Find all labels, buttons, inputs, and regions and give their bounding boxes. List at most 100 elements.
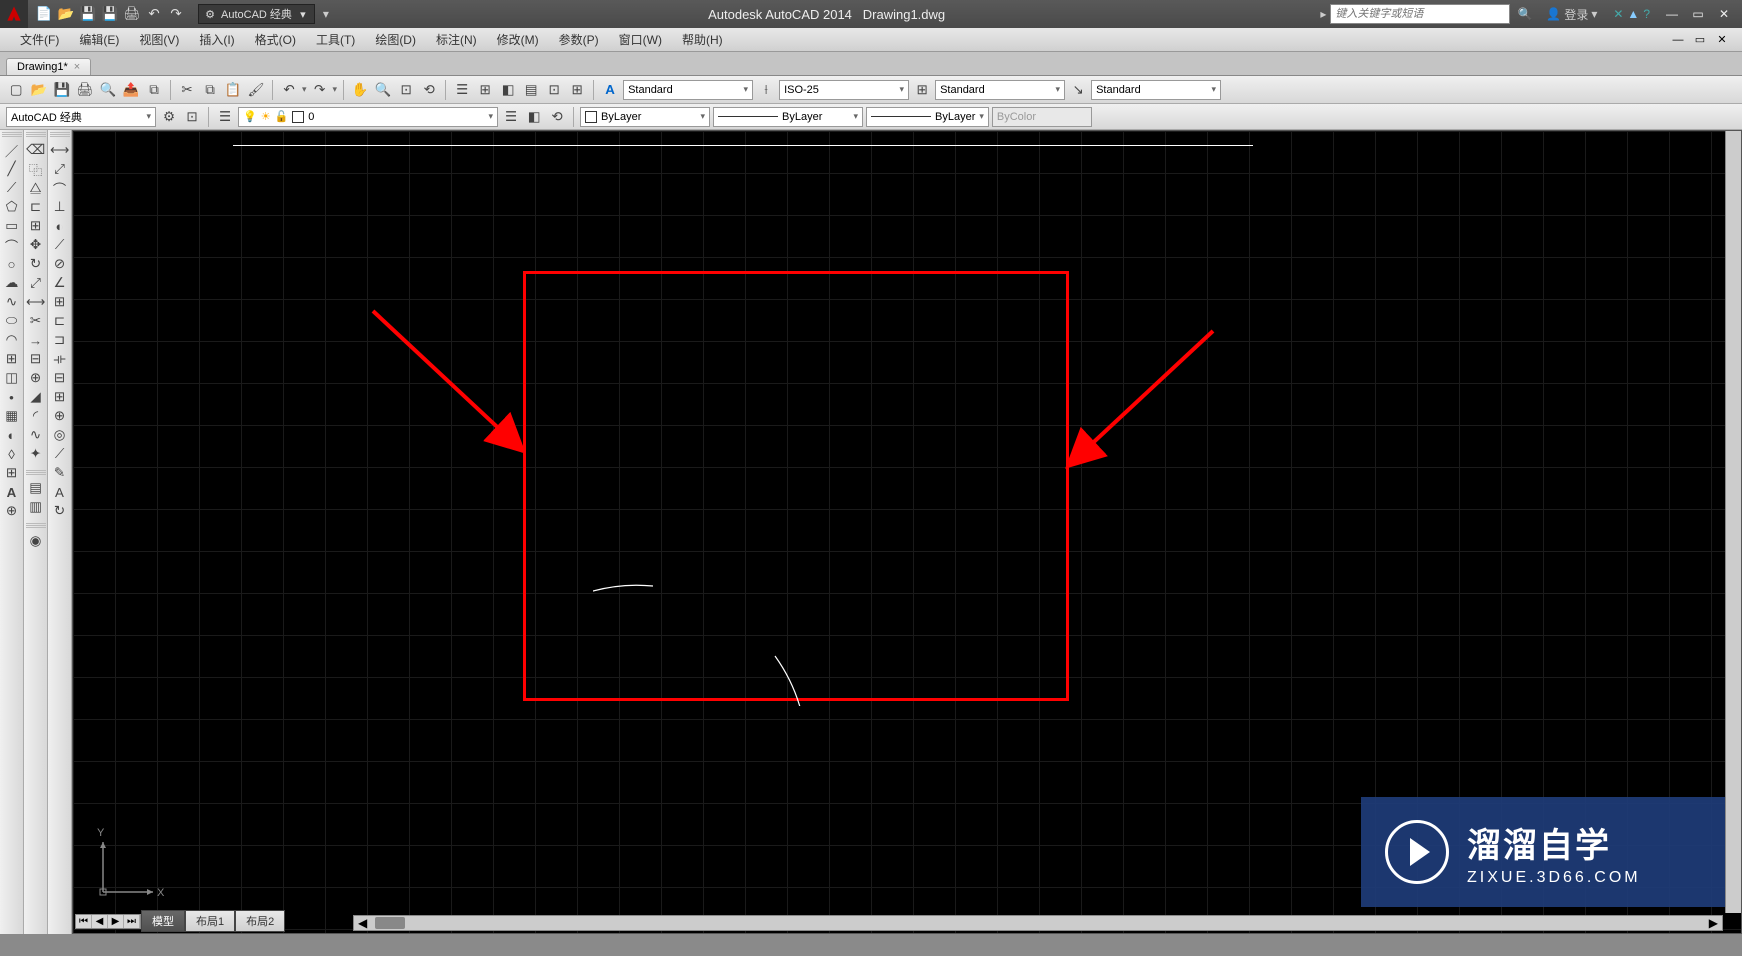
gradient-icon[interactable]: ◐ bbox=[2, 426, 22, 444]
sheetset-icon[interactable]: ▤ bbox=[521, 80, 541, 100]
quickcalc-icon[interactable]: ⊞ bbox=[567, 80, 587, 100]
menu-edit[interactable]: 编辑(E) bbox=[69, 28, 129, 51]
ellipse-arc-icon[interactable]: ◠ bbox=[2, 331, 22, 349]
point-icon[interactable]: • bbox=[2, 388, 22, 406]
chamfer-icon[interactable]: ◢ bbox=[26, 388, 46, 406]
cut-icon[interactable]: ✂ bbox=[177, 80, 197, 100]
misc-icon[interactable]: ◉ bbox=[26, 532, 46, 550]
dim-angular-icon[interactable]: ∠ bbox=[50, 274, 70, 292]
spline-icon[interactable]: ∿ bbox=[2, 293, 22, 311]
doc-close-button[interactable]: ✕ bbox=[1712, 32, 1732, 48]
tab-layout1[interactable]: 布局1 bbox=[185, 910, 235, 932]
dim-linear-icon[interactable]: ⟷ bbox=[50, 141, 70, 159]
linetype-dropdown[interactable]: ByLayer▾ bbox=[713, 107, 863, 127]
xline-icon[interactable]: ╱ bbox=[2, 160, 22, 178]
arc-icon[interactable]: ⌒ bbox=[2, 236, 22, 254]
menu-draw[interactable]: 绘图(D) bbox=[365, 28, 426, 51]
app-icon[interactable] bbox=[0, 0, 28, 28]
undo-icon[interactable]: ↶ bbox=[144, 4, 164, 24]
save-icon[interactable]: 💾 bbox=[52, 80, 72, 100]
doc-minimize-button[interactable]: — bbox=[1668, 32, 1688, 48]
chevron-down-icon[interactable]: ▾ bbox=[296, 8, 310, 21]
dim-baseline-icon[interactable]: ⊏ bbox=[50, 312, 70, 330]
layer-iso-icon[interactable]: ◧ bbox=[524, 107, 544, 127]
chevron-down-icon[interactable]: ▾ bbox=[302, 84, 307, 95]
menu-help[interactable]: 帮助(H) bbox=[672, 28, 733, 51]
maximize-button[interactable]: ▭ bbox=[1686, 5, 1710, 23]
close-icon[interactable]: × bbox=[74, 61, 80, 73]
trim-icon[interactable]: ✂ bbox=[26, 312, 46, 330]
insert-block-icon[interactable]: ⊞ bbox=[2, 350, 22, 368]
centermark-icon[interactable]: ⊕ bbox=[50, 407, 70, 425]
rotate-icon[interactable]: ↻ bbox=[26, 255, 46, 273]
rectangle-icon[interactable]: ▭ bbox=[2, 217, 22, 235]
tablestyle-icon[interactable]: ⊞ bbox=[912, 80, 932, 100]
minimize-button[interactable]: — bbox=[1660, 5, 1684, 23]
zoom-window-icon[interactable]: ⊡ bbox=[396, 80, 416, 100]
new-icon[interactable]: 📄 bbox=[34, 4, 54, 24]
mirror-icon[interactable]: ⧋ bbox=[26, 179, 46, 197]
save-icon[interactable]: 💾 bbox=[78, 4, 98, 24]
search-button[interactable]: 🔍 bbox=[1514, 7, 1536, 21]
tab-model[interactable]: 模型 bbox=[141, 910, 185, 932]
properties-icon[interactable]: ☰ bbox=[452, 80, 472, 100]
lineweight-dropdown[interactable]: ByLayer▾ bbox=[866, 107, 989, 127]
table-style-dropdown[interactable]: Standard▾ bbox=[935, 80, 1065, 100]
break-icon[interactable]: ⊟ bbox=[26, 350, 46, 368]
vertical-scrollbar[interactable] bbox=[1725, 131, 1741, 913]
exchange-icon[interactable]: ✕ bbox=[1613, 7, 1623, 21]
mleader-icon[interactable]: ↘ bbox=[1068, 80, 1088, 100]
dimtedit-icon[interactable]: A bbox=[50, 483, 70, 501]
stretch-icon[interactable]: ⟷ bbox=[26, 293, 46, 311]
draworder-icon[interactable]: ▤ bbox=[26, 479, 46, 497]
drag-handle[interactable] bbox=[50, 132, 70, 138]
drag-handle[interactable] bbox=[26, 523, 46, 529]
workspace-selector[interactable]: ⚙ AutoCAD 经典 ▾ bbox=[198, 4, 315, 24]
scale-icon[interactable]: ⤢ bbox=[26, 274, 46, 292]
ws-settings-icon[interactable]: ⚙ bbox=[159, 107, 179, 127]
polygon-icon[interactable]: ⬠ bbox=[2, 198, 22, 216]
copy-obj-icon[interactable]: ⿻ bbox=[26, 160, 46, 178]
ws-save-icon[interactable]: ⊡ bbox=[182, 107, 202, 127]
inspect-icon[interactable]: ◎ bbox=[50, 426, 70, 444]
layer-props-icon[interactable]: ☰ bbox=[215, 107, 235, 127]
scroll-right-icon[interactable]: ▶ bbox=[1705, 916, 1722, 930]
dim-quick-icon[interactable]: ⊞ bbox=[50, 293, 70, 311]
last-tab-icon[interactable]: ⏭ bbox=[124, 915, 140, 928]
dim-continue-icon[interactable]: ⊐ bbox=[50, 331, 70, 349]
dsv-icon[interactable]: ⊞ bbox=[475, 80, 495, 100]
mtext-icon[interactable]: A bbox=[2, 483, 22, 501]
menu-parametric[interactable]: 参数(P) bbox=[549, 28, 609, 51]
menu-window[interactable]: 窗口(W) bbox=[609, 28, 672, 51]
scroll-thumb[interactable] bbox=[375, 917, 405, 929]
zoom-previous-icon[interactable]: ⟲ bbox=[419, 80, 439, 100]
tab-layout2[interactable]: 布局2 bbox=[235, 910, 285, 932]
text-style-dropdown[interactable]: Standard▾ bbox=[623, 80, 753, 100]
dimstyle-icon[interactable]: ⟊ bbox=[756, 80, 776, 100]
menu-view[interactable]: 视图(V) bbox=[129, 28, 189, 51]
dim-aligned-icon[interactable]: ⤢ bbox=[50, 160, 70, 178]
textstyle-a-icon[interactable]: A bbox=[600, 80, 620, 100]
menu-tools[interactable]: 工具(T) bbox=[306, 28, 365, 51]
extend-icon[interactable]: → bbox=[26, 331, 46, 349]
make-block-icon[interactable]: ◫ bbox=[2, 369, 22, 387]
menu-dimension[interactable]: 标注(N) bbox=[426, 28, 487, 51]
menu-insert[interactable]: 插入(I) bbox=[189, 28, 244, 51]
redo-icon[interactable]: ↷ bbox=[310, 80, 330, 100]
print-icon[interactable]: 🖨 bbox=[122, 4, 142, 24]
layer-dropdown[interactable]: 💡 ☀ 🔓 0 ▾ bbox=[238, 107, 498, 127]
region-icon[interactable]: ◊ bbox=[2, 445, 22, 463]
dimedit-icon[interactable]: ✎ bbox=[50, 464, 70, 482]
dim-break-icon[interactable]: ⊟ bbox=[50, 369, 70, 387]
pan-icon[interactable]: ✋ bbox=[350, 80, 370, 100]
paste-icon[interactable]: 📋 bbox=[223, 80, 243, 100]
zoom-realtime-icon[interactable]: 🔍 bbox=[373, 80, 393, 100]
dimupdate-icon[interactable]: ↻ bbox=[50, 502, 70, 520]
draworder2-icon[interactable]: ▥ bbox=[26, 498, 46, 516]
drag-handle[interactable] bbox=[26, 470, 46, 476]
menu-file[interactable]: 文件(F) bbox=[10, 28, 69, 51]
print-preview-icon[interactable]: 🔍 bbox=[98, 80, 118, 100]
revcloud-icon[interactable]: ☁ bbox=[2, 274, 22, 292]
toolpalette-icon[interactable]: ◧ bbox=[498, 80, 518, 100]
dim-ordinate-icon[interactable]: ⊥ bbox=[50, 198, 70, 216]
